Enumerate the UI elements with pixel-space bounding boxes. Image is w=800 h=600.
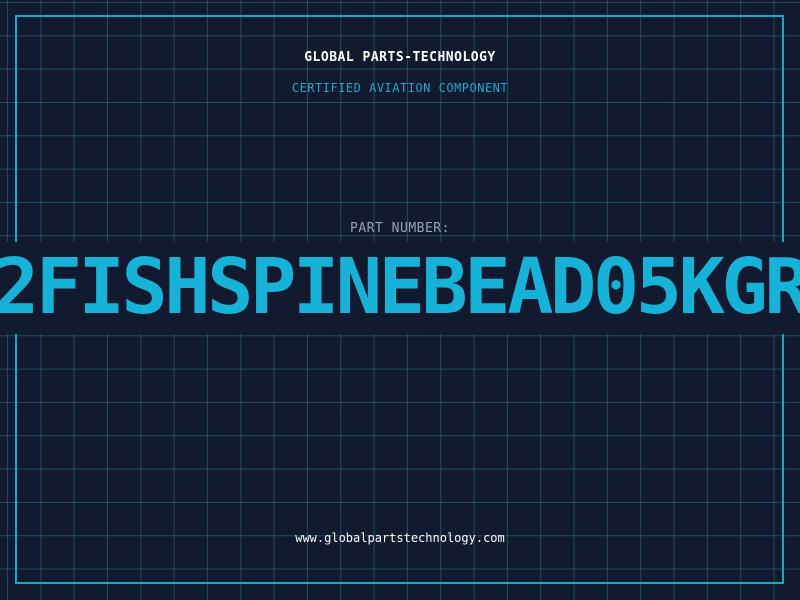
- part-number-value: 2FISHSPINEBEAD05KGR: [0, 243, 800, 332]
- certification-subtitle: CERTIFIED AVIATION COMPONENT: [291, 81, 509, 95]
- website-url: www.globalpartstechnology.com: [295, 531, 505, 545]
- part-number-label: PART NUMBER:: [350, 221, 450, 236]
- company-name: GLOBAL PARTS-TECHNOLOGY: [304, 50, 496, 65]
- certificate-page: GLOBAL PARTS-TECHNOLOGY CERTIFIED AVIATI…: [0, 0, 800, 600]
